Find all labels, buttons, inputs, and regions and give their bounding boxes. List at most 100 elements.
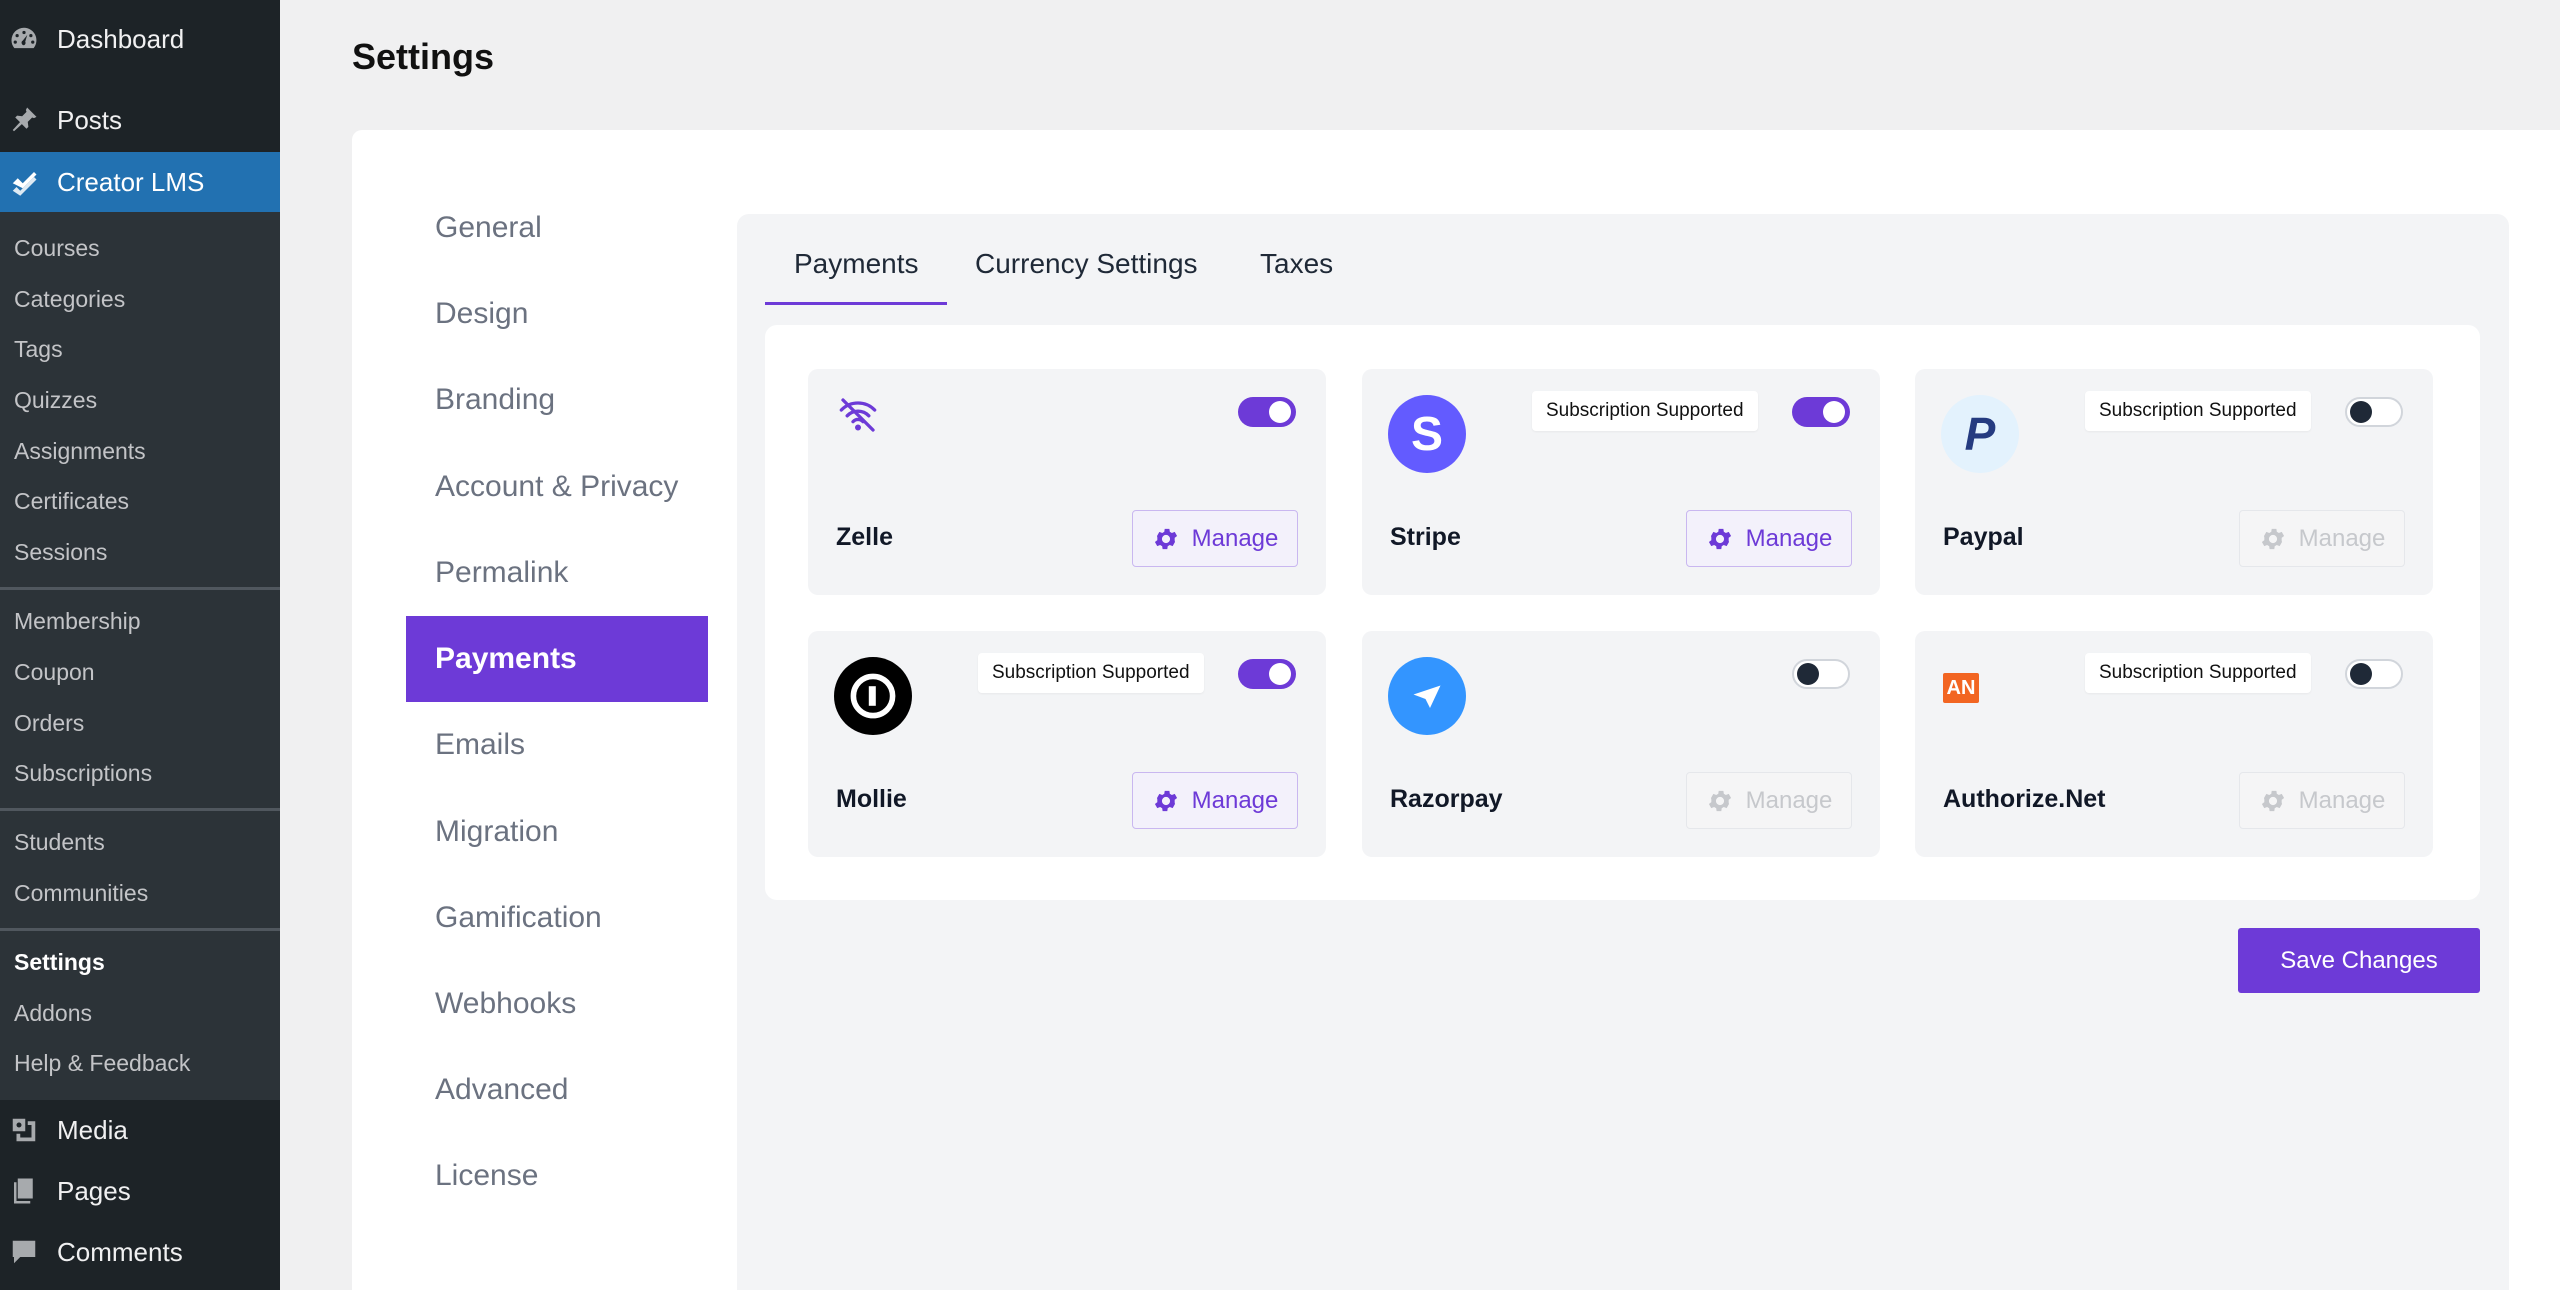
gateway-toggle[interactable] (1792, 397, 1850, 427)
submenu-divider (0, 808, 280, 811)
menu-label: Media (57, 1114, 128, 1145)
tab-currency-settings[interactable]: Currency Settings (975, 248, 1198, 280)
nav-emails[interactable]: Emails (406, 702, 708, 788)
submenu-certificates[interactable]: Certificates (14, 488, 129, 515)
manage-button[interactable]: Manage (1132, 772, 1298, 829)
manage-label: Manage (2298, 524, 2386, 552)
gateway-name: Authorize.Net (1943, 785, 2106, 813)
manage-button[interactable]: Manage (1686, 510, 1852, 567)
submenu-students[interactable]: Students (14, 829, 105, 856)
gear-icon (1154, 528, 1177, 549)
stripe-icon: S (1388, 395, 1466, 473)
nav-advanced[interactable]: Advanced (406, 1047, 708, 1133)
subscription-badge: Subscription Supported (978, 653, 1204, 693)
page-title: Settings (352, 36, 495, 77)
admin-sidebar: Dashboard Posts Creator LMS Courses Cate… (0, 0, 280, 1290)
menu-dashboard[interactable]: Dashboard (0, 8, 280, 70)
submenu-categories[interactable]: Categories (14, 286, 125, 313)
menu-label: Pages (57, 1175, 131, 1206)
submenu-courses[interactable]: Courses (14, 235, 100, 262)
gateway-card-zelle: Zelle Manage (808, 369, 1326, 595)
gear-icon (2261, 790, 2284, 811)
gear-icon (2261, 528, 2284, 549)
menu-label: Dashboard (57, 23, 185, 54)
submenu-coupon[interactable]: Coupon (14, 659, 95, 686)
paypal-icon: P (1941, 395, 2019, 473)
comment-icon (8, 1236, 40, 1268)
creator-lms-icon (8, 166, 40, 198)
gateway-name: Paypal (1943, 523, 2024, 551)
manage-button[interactable]: Manage (2239, 772, 2405, 829)
tab-taxes[interactable]: Taxes (1260, 248, 1333, 280)
dashboard-icon (8, 23, 40, 55)
creator-lms-submenu: Courses Categories Tags Quizzes Assignme… (0, 212, 280, 1100)
submenu-orders[interactable]: Orders (14, 710, 84, 737)
authorize-net-icon: AN (1943, 673, 1979, 703)
submenu-settings[interactable]: Settings (14, 949, 105, 976)
manage-button[interactable]: Manage (1132, 510, 1298, 567)
menu-comments[interactable]: Comments (0, 1222, 280, 1282)
menu-posts[interactable]: Posts (0, 89, 280, 151)
manage-label: Manage (1191, 786, 1279, 814)
submenu-membership[interactable]: Membership (14, 608, 141, 635)
gateway-name: Zelle (836, 523, 893, 551)
nav-gamification[interactable]: Gamification (406, 875, 708, 961)
gateway-name: Stripe (1390, 523, 1461, 551)
manage-button[interactable]: Manage (1686, 772, 1852, 829)
gateway-toggle[interactable] (1238, 397, 1296, 427)
media-icon (8, 1114, 40, 1146)
menu-creator-lms[interactable]: Creator LMS (0, 152, 280, 212)
zelle-icon (834, 391, 882, 439)
gateway-name: Mollie (836, 785, 907, 813)
submenu-divider (0, 928, 280, 931)
gateway-toggle[interactable] (2345, 659, 2403, 689)
submenu-quizzes[interactable]: Quizzes (14, 387, 97, 414)
manage-label: Manage (1745, 524, 1833, 552)
nav-payments[interactable]: Payments (406, 616, 708, 702)
submenu-assignments[interactable]: Assignments (14, 438, 146, 465)
nav-license[interactable]: License (406, 1133, 708, 1219)
menu-label: Creator LMS (57, 166, 205, 197)
menu-label: Comments (57, 1236, 183, 1267)
nav-design[interactable]: Design (406, 271, 708, 357)
subscription-badge: Subscription Supported (2085, 391, 2311, 431)
submenu-addons[interactable]: Addons (14, 1000, 92, 1027)
manage-button[interactable]: Manage (2239, 510, 2405, 567)
submenu-divider (0, 587, 280, 590)
menu-media[interactable]: Media (0, 1100, 280, 1160)
subscription-badge: Subscription Supported (2085, 653, 2311, 693)
pin-icon (8, 104, 40, 136)
nav-migration[interactable]: Migration (406, 789, 708, 875)
manage-label: Manage (2298, 786, 2386, 814)
manage-label: Manage (1745, 786, 1833, 814)
active-tab-indicator (765, 302, 947, 305)
gear-icon (1708, 790, 1731, 811)
submenu-subscriptions[interactable]: Subscriptions (14, 760, 152, 787)
submenu-tags[interactable]: Tags (14, 336, 63, 363)
gateway-card-stripe: S Subscription Supported Stripe Manage (1362, 369, 1880, 595)
menu-label: Posts (57, 104, 123, 135)
nav-webhooks[interactable]: Webhooks (406, 961, 708, 1047)
menu-pages[interactable]: Pages (0, 1161, 280, 1221)
gateway-toggle[interactable] (1792, 659, 1850, 689)
manage-label: Manage (1191, 524, 1279, 552)
submenu-communities[interactable]: Communities (14, 880, 148, 907)
gateway-card-paypal: P Subscription Supported Paypal Manage (1915, 369, 2433, 595)
nav-account-privacy[interactable]: Account & Privacy (406, 444, 708, 530)
gateway-card-razorpay: Razorpay Manage (1362, 631, 1880, 857)
nav-branding[interactable]: Branding (406, 357, 708, 443)
submenu-sessions[interactable]: Sessions (14, 539, 107, 566)
subscription-badge: Subscription Supported (1532, 391, 1758, 431)
nav-permalink[interactable]: Permalink (406, 530, 708, 616)
submenu-help-feedback[interactable]: Help & Feedback (14, 1050, 190, 1077)
razorpay-icon (1388, 657, 1466, 735)
gateway-toggle[interactable] (1238, 659, 1296, 689)
gateway-card-mollie: Subscription Supported Mollie Manage (808, 631, 1326, 857)
tab-payments[interactable]: Payments (794, 248, 919, 280)
nav-general[interactable]: General (406, 185, 708, 271)
pages-icon (8, 1175, 40, 1207)
save-changes-button[interactable]: Save Changes (2238, 928, 2480, 993)
gateway-card-authorize-net: AN Subscription Supported Authorize.Net … (1915, 631, 2433, 857)
gateway-name: Razorpay (1390, 785, 1503, 813)
gateway-toggle[interactable] (2345, 397, 2403, 427)
